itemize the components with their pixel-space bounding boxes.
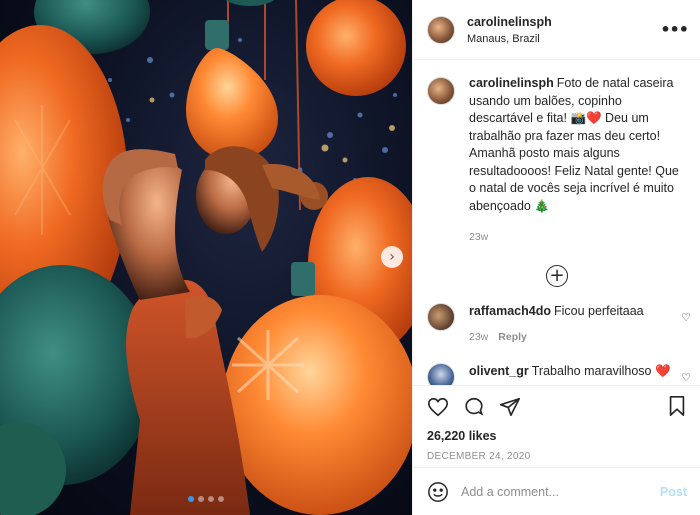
comment-item: olivent_gr Trabalho maravilhoso ❤️ ♡ [413, 362, 700, 385]
carousel-indicator [188, 496, 224, 502]
post-header: carolinelinsph Manaus, Brazil ••• [413, 0, 700, 60]
post-username[interactable]: carolinelinsph [467, 15, 552, 29]
avatar[interactable] [427, 362, 455, 385]
plus-circle-icon: + [549, 264, 565, 286]
more-options-icon[interactable]: ••• [660, 20, 689, 39]
post-date[interactable]: DECEMBER 24, 2020 [427, 451, 687, 462]
post-caption: carolinelinsph Foto de natal caseira usan… [413, 61, 700, 247]
caption-text: Foto de natal caseira usando um balões, … [469, 76, 679, 213]
like-comment-icon[interactable]: ♡ [681, 311, 691, 324]
carousel-dot [208, 496, 214, 502]
bookmark-icon[interactable] [667, 395, 687, 417]
reply-button[interactable]: Reply [498, 331, 527, 343]
next-photo-button[interactable]: › [381, 246, 403, 268]
caption-age[interactable]: 23w [469, 231, 488, 243]
add-comment-bar: Post [413, 467, 700, 515]
post-location[interactable]: Manaus, Brazil [467, 33, 552, 45]
load-more-comments-button[interactable]: + [546, 264, 568, 287]
carousel-dot [188, 496, 194, 502]
paper-plane-icon[interactable] [499, 396, 521, 418]
chevron-right-icon: › [389, 249, 395, 265]
comment-item: raffamach4do Ficou perfeitaaa 23w Reply ♡ [413, 302, 700, 347]
carousel-dot [198, 496, 204, 502]
comment-text: Trabalho maravilhoso ❤️ [531, 363, 671, 378]
post-comment-button[interactable]: Post [660, 485, 687, 499]
photo-illustration [0, 0, 412, 515]
carousel-dot [218, 496, 224, 502]
avatar[interactable] [427, 15, 455, 44]
emoji-icon[interactable] [427, 481, 449, 503]
comment-icon[interactable] [463, 396, 485, 418]
comment-text: Ficou perfeitaaa [553, 303, 644, 318]
comment-input[interactable] [461, 484, 641, 499]
comment-username[interactable]: olivent_gr [469, 364, 529, 378]
avatar[interactable] [427, 77, 455, 105]
avatar[interactable] [427, 302, 455, 331]
heart-icon[interactable] [427, 396, 449, 418]
like-count[interactable]: 26,220 likes [427, 429, 687, 443]
caption-username[interactable]: carolinelinsph [469, 76, 554, 90]
post-side-panel: carolinelinsph Manaus, Brazil ••• caroli… [412, 0, 700, 515]
comment-age[interactable]: 23w [469, 331, 488, 343]
post-actions: 26,220 likes DECEMBER 24, 2020 [413, 385, 700, 467]
like-comment-icon[interactable]: ♡ [681, 371, 691, 384]
comments-section: carolinelinsph Foto de natal caseira usan… [413, 61, 700, 385]
post-photo[interactable]: › [0, 0, 412, 515]
comment-username[interactable]: raffamach4do [469, 304, 551, 318]
